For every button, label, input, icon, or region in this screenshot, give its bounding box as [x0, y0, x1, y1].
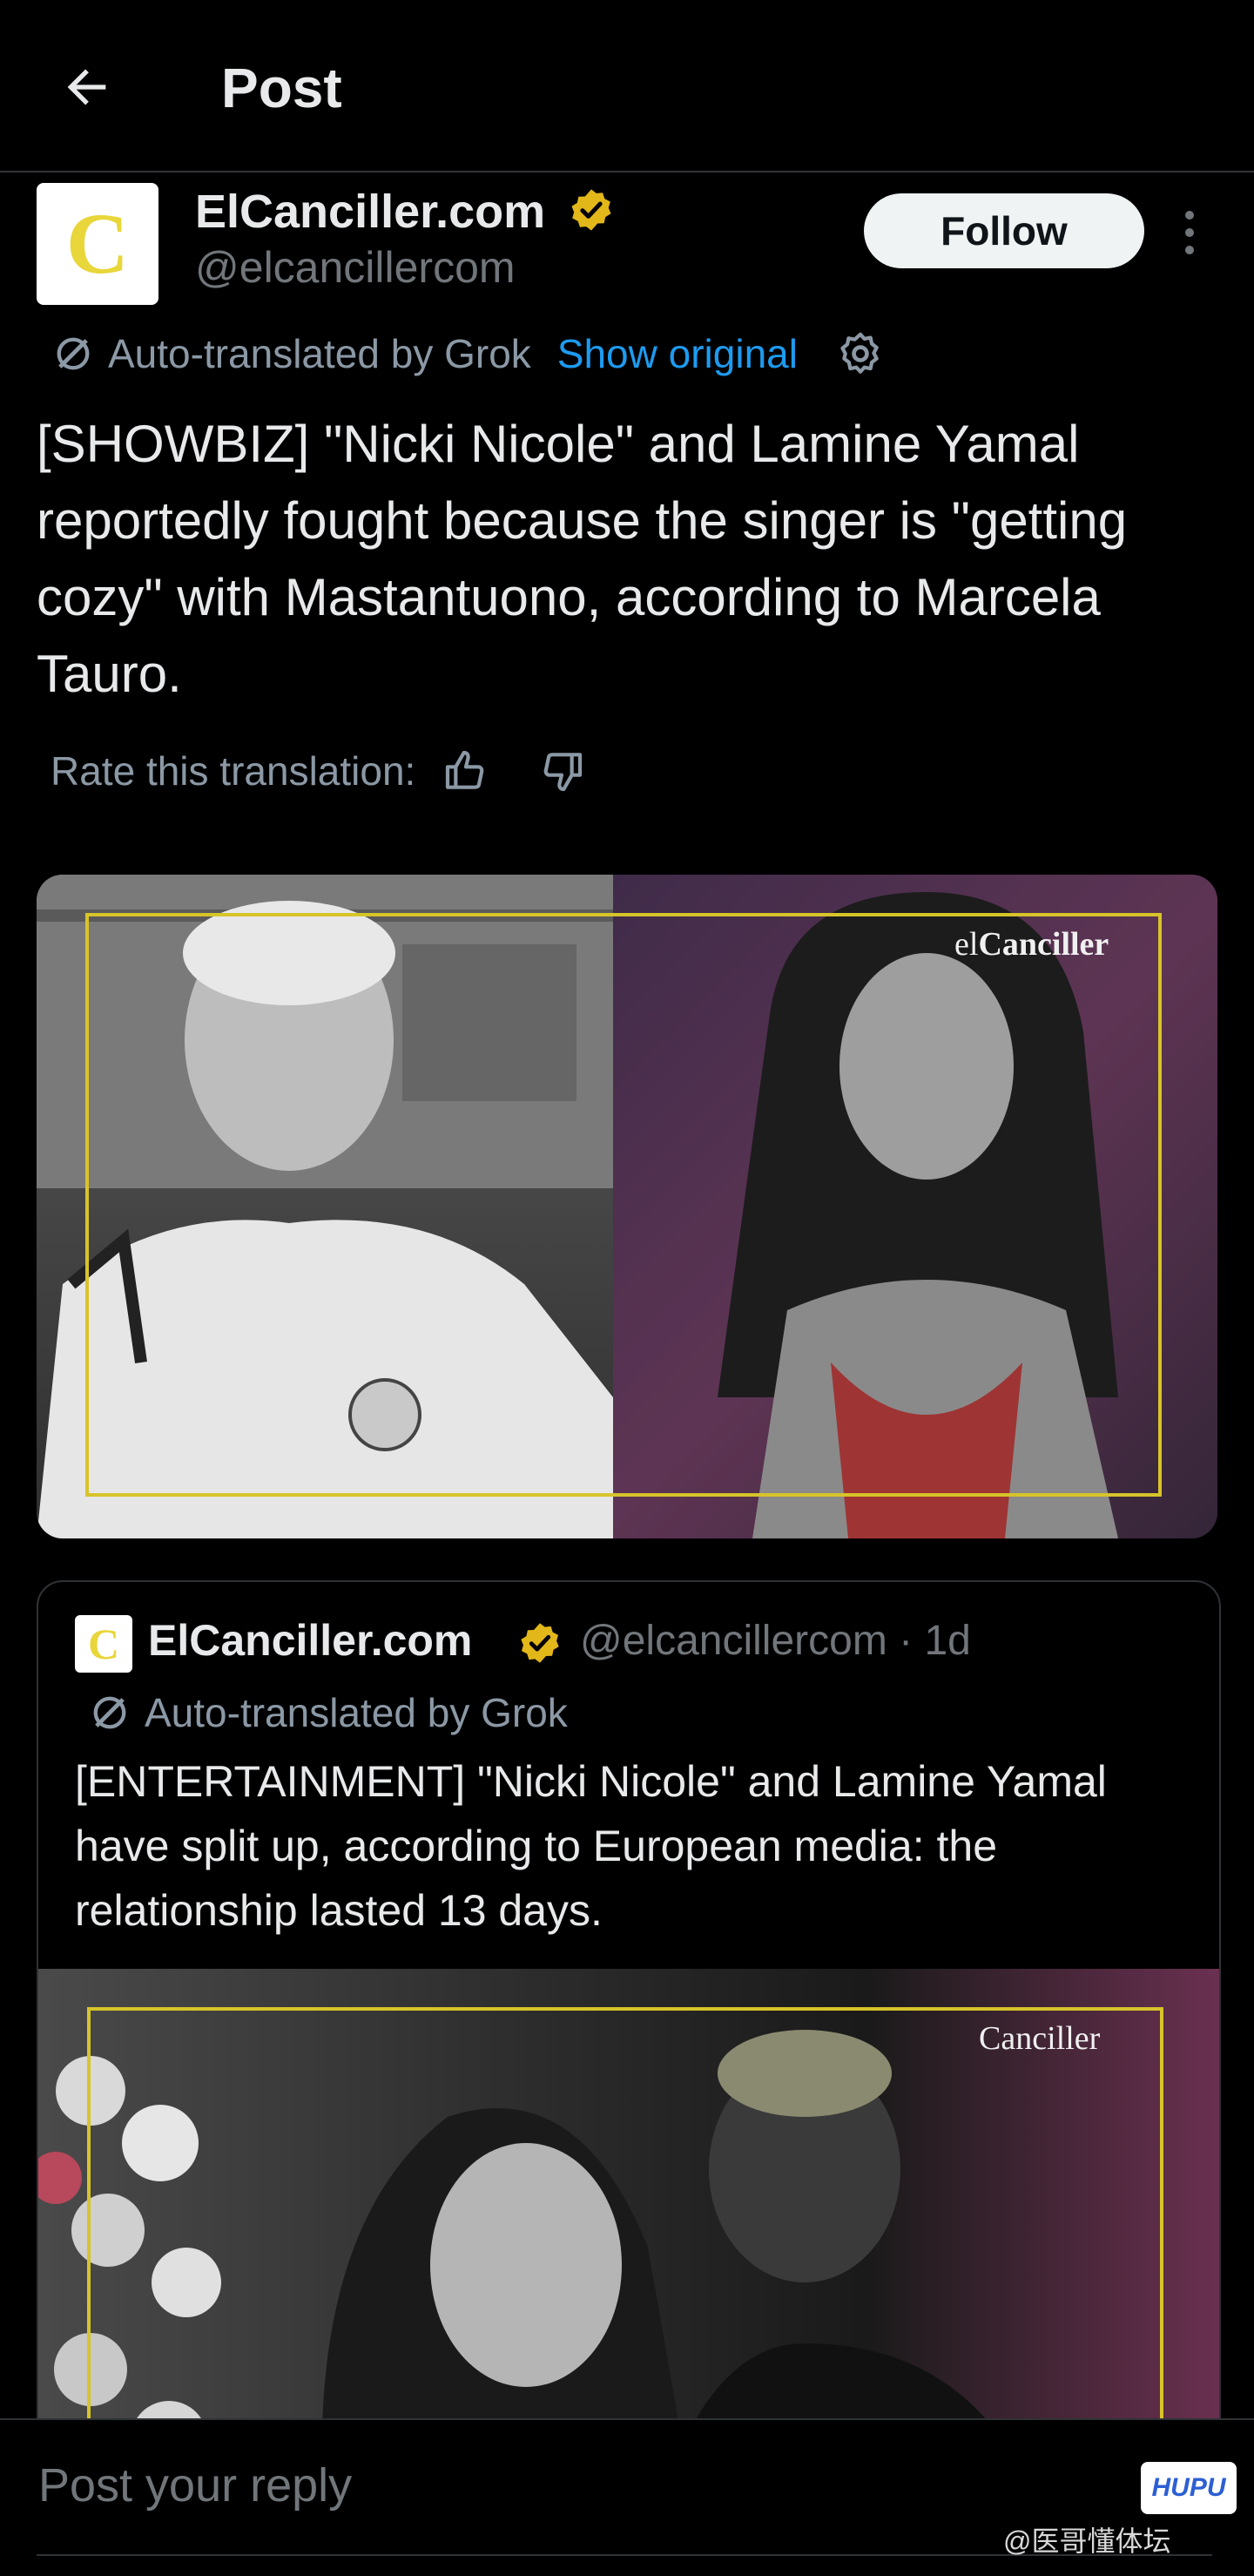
quoted-post-card[interactable]: C ElCanciller.com @elcancillercom · 1d A… — [37, 1580, 1221, 2542]
quoted-avatar-letter: C — [87, 1619, 120, 1668]
author-name[interactable]: ElCanciller.com — [195, 185, 545, 239]
more-options-button[interactable] — [1172, 202, 1207, 263]
grok-icon — [57, 337, 90, 370]
verified-badge-icon — [571, 189, 611, 231]
page-title: Post — [221, 57, 342, 119]
top-bar: Post — [0, 0, 1254, 172]
quoted-translation-note: Auto-translated by Grok — [145, 1690, 568, 1735]
author-avatar[interactable]: C — [37, 183, 158, 305]
weibo-watermark: @医哥懂体坛 — [1003, 2525, 1171, 2557]
quoted-post-text: [ENTERTAINMENT] "Nicki Nicole" and Lamin… — [75, 1757, 1107, 1935]
verified-badge-icon — [521, 1623, 559, 1663]
hupu-logo: HUPU — [1141, 2462, 1237, 2514]
avatar-logo-letter: C — [65, 195, 130, 292]
quoted-author-avatar: C — [75, 1615, 132, 1673]
thumbs-up-icon[interactable] — [442, 747, 490, 795]
follow-button[interactable]: Follow — [864, 193, 1144, 268]
arrow-left-icon — [67, 69, 106, 105]
post-media-image[interactable]: elCanciller — [37, 875, 1217, 1538]
reply-bar: HUPU @医哥懂体坛 — [0, 2418, 1254, 2576]
grok-icon — [93, 1696, 126, 1729]
rate-translation-label: Rate this translation: — [51, 748, 416, 794]
more-dot-icon — [1185, 246, 1194, 254]
translation-row: Auto-translated by Grok Show original — [51, 328, 885, 380]
quoted-author-handle: @elcancillercom · 1d — [580, 1618, 971, 1664]
thumbs-down-icon[interactable] — [537, 747, 586, 795]
rate-translation-row: Rate this translation: — [51, 742, 586, 800]
post-text: [SHOWBIZ] "Nicki Nicole" and Lamine Yama… — [37, 415, 1128, 703]
quoted-author-name: ElCanciller.com — [148, 1616, 473, 1665]
more-dot-icon — [1185, 228, 1194, 237]
reply-input[interactable] — [37, 2450, 1120, 2521]
media-frame-border — [85, 913, 1162, 1497]
translation-note: Auto-translated by Grok — [108, 331, 531, 376]
back-button[interactable] — [52, 52, 122, 122]
quoted-translation-row: Auto-translated by Grok — [87, 1687, 568, 1739]
gear-icon[interactable] — [836, 329, 885, 378]
show-original-link[interactable]: Show original — [557, 330, 798, 377]
more-dot-icon — [1185, 211, 1194, 220]
author-handle[interactable]: @elcancillercom — [195, 242, 516, 293]
